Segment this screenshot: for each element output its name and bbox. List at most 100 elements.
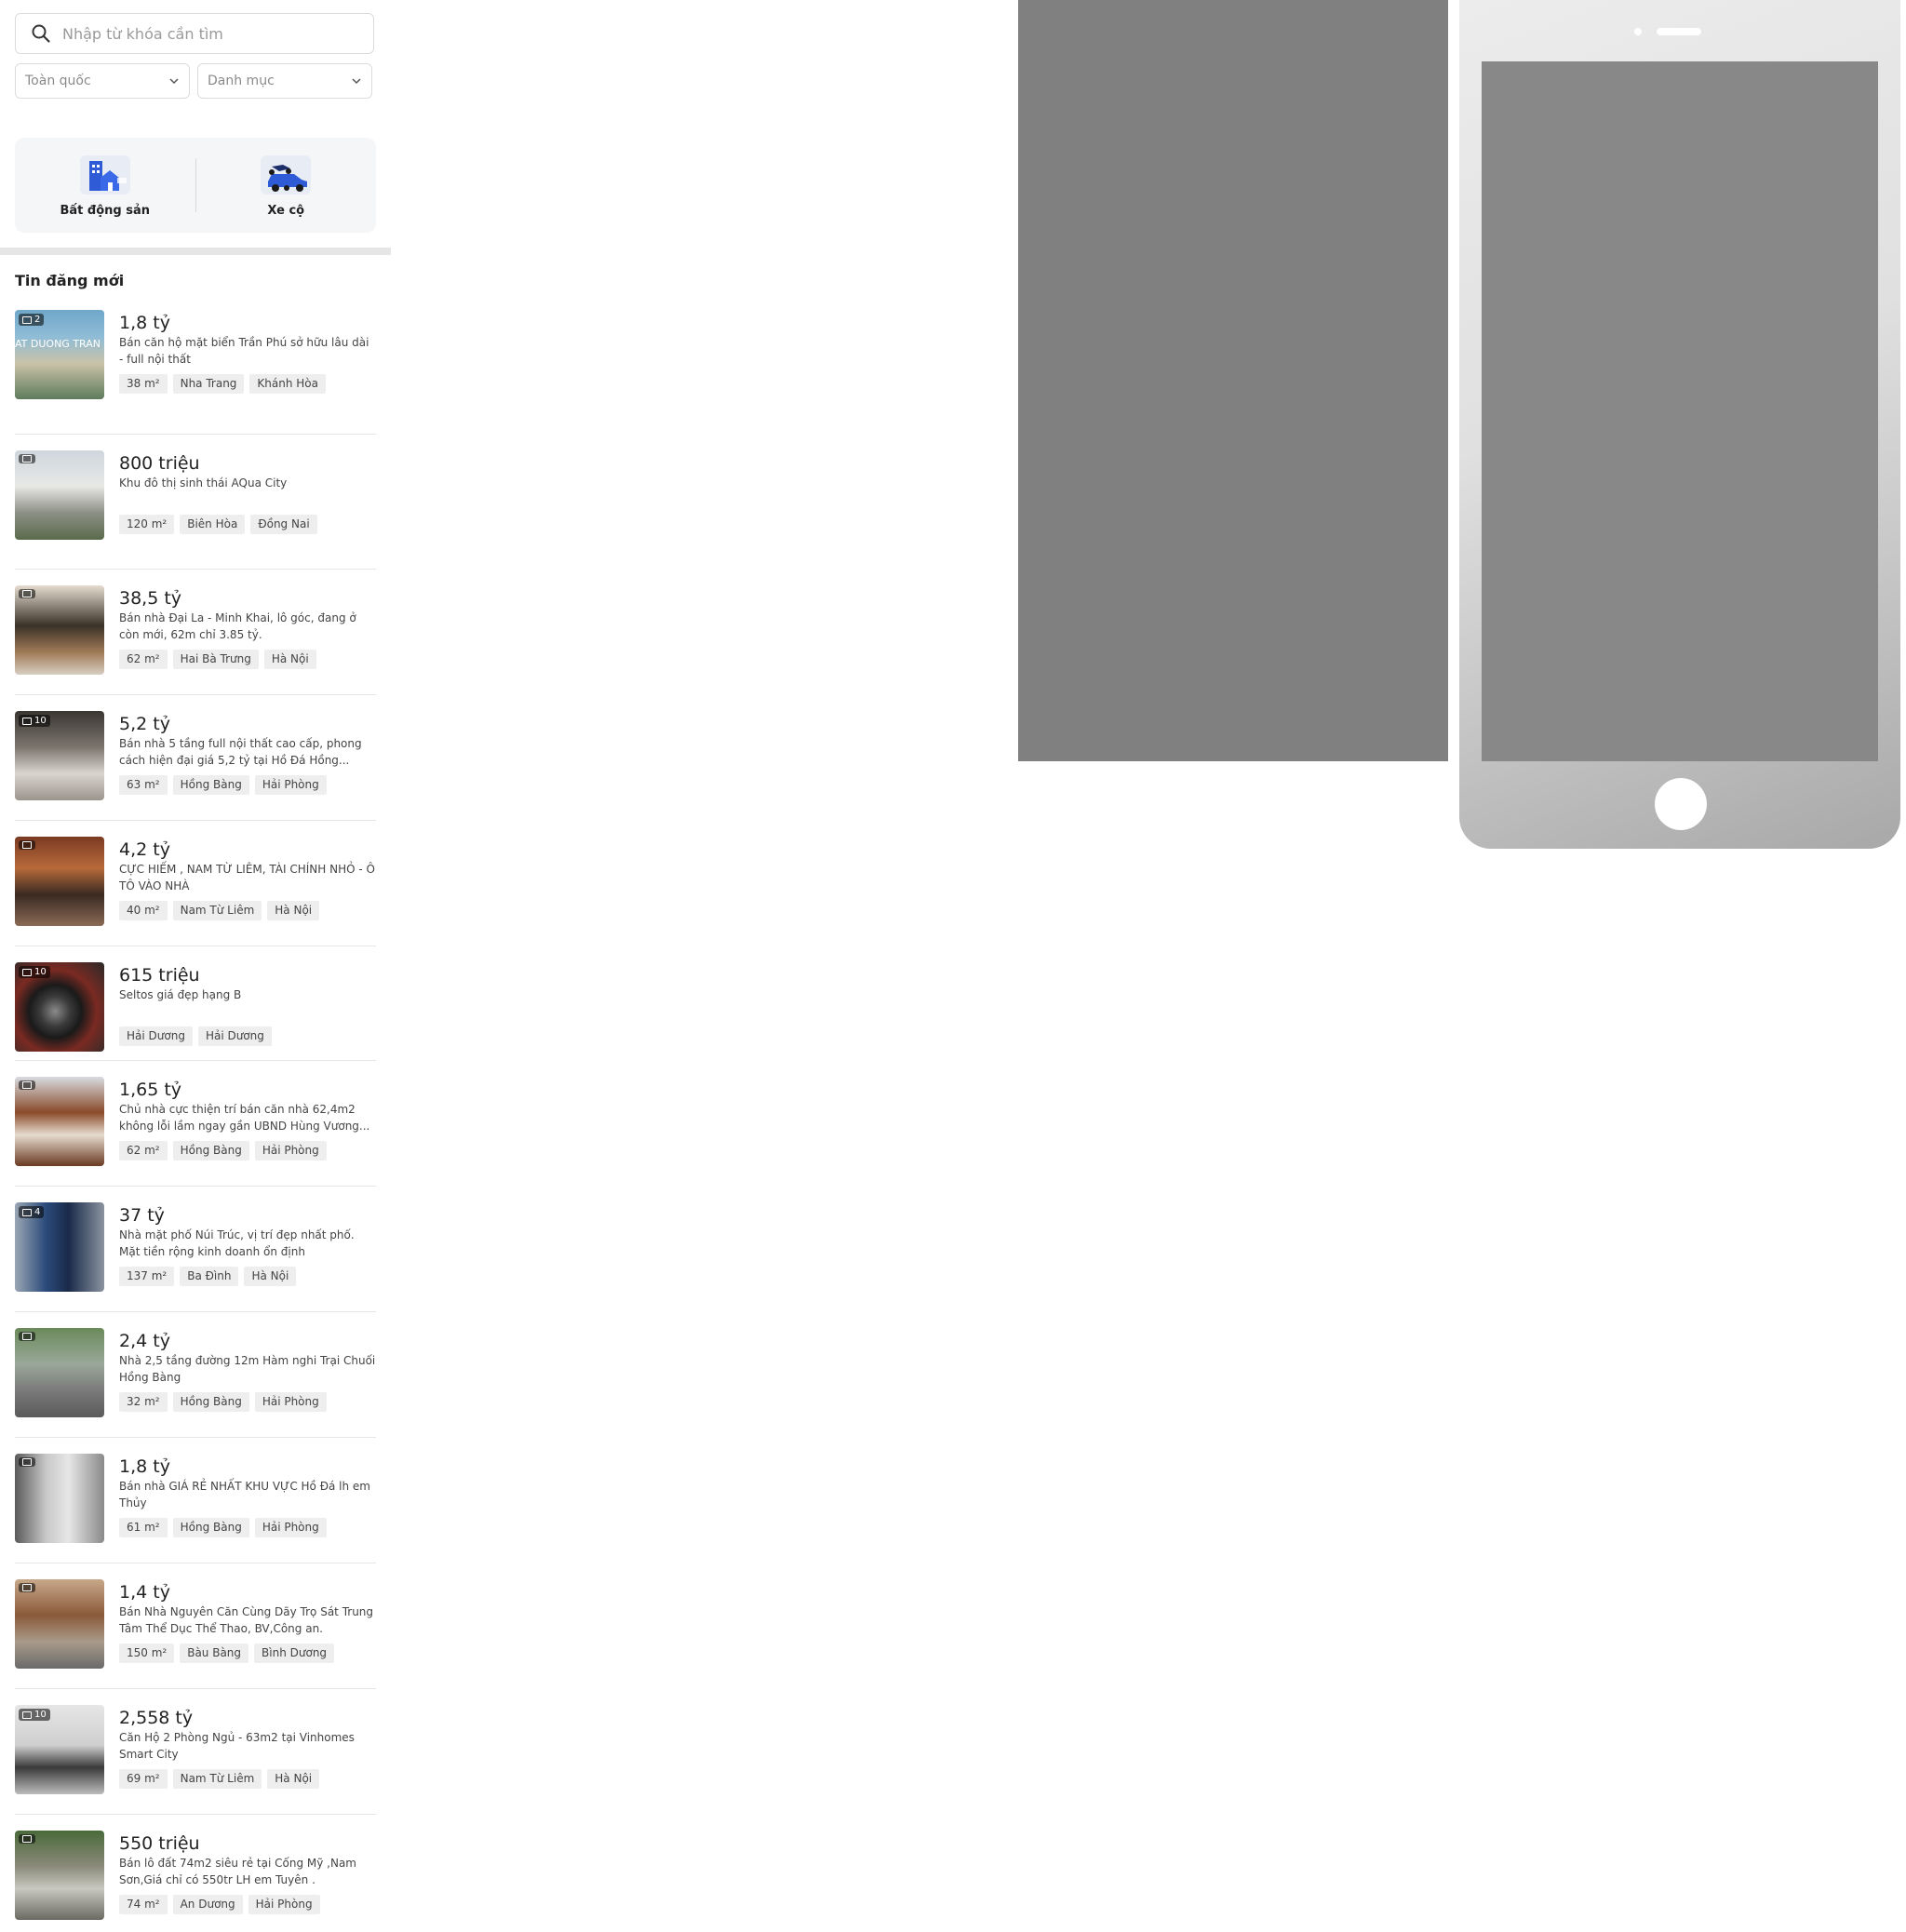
listing-price: 38,5 tỷ	[119, 588, 182, 609]
photo-count-badge: 10	[19, 1709, 50, 1721]
listing-item[interactable]: 2,4 tỷ Nhà 2,5 tầng đường 12m Hàm nghi T…	[15, 1327, 376, 1438]
image-icon	[22, 455, 32, 463]
listing-description: Nhà 2,5 tầng đường 12m Hàm nghi Trại Chu…	[119, 1354, 376, 1384]
listing-description: Seltos giá đẹp hạng B	[119, 988, 242, 1001]
district-tag: Nha Trang	[172, 374, 245, 394]
listing-thumbnail[interactable]	[15, 585, 104, 675]
listing-thumbnail[interactable]	[15, 450, 104, 540]
building-icon	[79, 154, 130, 195]
photo-count: 10	[34, 967, 47, 977]
district-tag: Nam Từ Liêm	[172, 1769, 262, 1789]
chevron-down-icon	[169, 78, 179, 85]
mobile-list-panel: Nhập từ khóa cần tìm Toàn quốc Danh mục …	[0, 0, 391, 1920]
listing-item[interactable]: AT DUONG TRAN PH 2 1,8 tỷ Bán căn hộ mặt…	[15, 309, 376, 435]
listing-item[interactable]: 550 triệu Bán lô đất 74m2 siêu rẻ tại Cố…	[15, 1830, 376, 1932]
listing-price: 550 triệu	[119, 1833, 200, 1854]
listing-item[interactable]: 1,8 tỷ Bán nhà GIÁ RẺ NHẤT KHU VỰC Hồ Đá…	[15, 1453, 376, 1563]
photo-count-badge	[19, 589, 35, 598]
listing-price: 37 tỷ	[119, 1205, 165, 1226]
district-tag: An Dương	[172, 1895, 243, 1914]
listing-thumbnail[interactable]: 10	[15, 711, 104, 800]
photo-count-badge: 4	[19, 1206, 45, 1218]
image-icon	[22, 590, 32, 597]
province-tag: Hải Dương	[197, 1026, 272, 1046]
listing-thumbnail[interactable]	[15, 1579, 104, 1669]
phone-screen	[1482, 61, 1878, 761]
photo-count-badge	[19, 1834, 35, 1844]
category-real-estate[interactable]: Bất động sản	[15, 138, 195, 233]
listing-item[interactable]: 10 2,558 tỷ Căn Hộ 2 Phòng Ngủ - 63m2 tạ…	[15, 1704, 376, 1815]
image-icon	[22, 841, 32, 849]
section-separator	[0, 248, 391, 255]
listing-thumbnail[interactable]	[15, 1077, 104, 1166]
listing-description: Bán nhà 5 tầng full nội thất cao cấp, ph…	[119, 737, 362, 767]
category-vehicles[interactable]: Xe cộ	[196, 138, 377, 233]
listing-price: 2,558 tỷ	[119, 1708, 194, 1728]
listing-thumbnail[interactable]: 10	[15, 1705, 104, 1794]
listing-item[interactable]: 10 615 triệu Seltos giá đẹp hạng B Hải D…	[15, 961, 376, 1061]
district-tag: Hồng Bàng	[172, 1518, 249, 1537]
image-icon	[22, 1835, 32, 1843]
listing-item[interactable]: 800 triệu Khu đô thị sinh thái AQua City…	[15, 449, 376, 570]
district-tag: Ba Đình	[180, 1267, 239, 1286]
listing-description: Bán nhà Đại La - Minh Khai, lô góc, đang…	[119, 611, 356, 641]
district-tag: Hải Dương	[119, 1026, 193, 1046]
vehicle-icon	[261, 154, 312, 195]
listing-thumbnail[interactable]: 10	[15, 962, 104, 1052]
district-tag: Hồng Bàng	[172, 775, 249, 795]
listing-item[interactable]: 4,2 tỷ CỰC HIẾM , NAM TỪ LIÊM, TÀI CHÍNH…	[15, 836, 376, 946]
area-tag: 69 m²	[119, 1769, 168, 1789]
province-tag: Hà Nội	[267, 1769, 320, 1789]
listing-thumbnail[interactable]: 4	[15, 1202, 104, 1292]
listing-item[interactable]: 10 5,2 tỷ Bán nhà 5 tầng full nội thất c…	[15, 710, 376, 821]
province-tag: Hải Phòng	[254, 775, 327, 795]
province-tag: Hải Phòng	[254, 1392, 327, 1412]
search-input[interactable]: Nhập từ khóa cần tìm	[62, 25, 223, 43]
listing-thumbnail[interactable]	[15, 1328, 104, 1417]
listing-description: Nhà mặt phố Núi Trúc, vị trí đẹp nhất ph…	[119, 1228, 355, 1258]
home-button[interactable]	[1655, 778, 1707, 830]
listing-price: 1,8 tỷ	[119, 1456, 170, 1477]
category-select[interactable]: Danh mục	[197, 63, 372, 99]
area-tag: 150 m²	[119, 1644, 175, 1663]
location-select[interactable]: Toàn quốc	[15, 63, 190, 99]
area-tag: 62 m²	[119, 650, 168, 669]
image-icon	[22, 1711, 32, 1719]
listing-item[interactable]: 38,5 tỷ Bán nhà Đại La - Minh Khai, lô g…	[15, 584, 376, 695]
listing-item[interactable]: 1,65 tỷ Chủ nhà cực thiện trí bán căn nh…	[15, 1076, 376, 1187]
listing-description: Bán nhà GIÁ RẺ NHẤT KHU VỰC Hồ Đá lh em …	[119, 1480, 370, 1509]
province-tag: Hà Nội	[267, 901, 320, 920]
province-tag: Hải Phòng	[254, 1141, 327, 1161]
photo-count: 4	[34, 1207, 41, 1217]
photo-count-badge: 10	[19, 715, 50, 727]
area-tag: 38 m²	[119, 374, 168, 394]
section-title: Tin đăng mới	[15, 272, 125, 289]
area-tag: 137 m²	[119, 1267, 175, 1286]
district-tag: Hồng Bàng	[172, 1141, 249, 1161]
district-tag: Biên Hòa	[180, 515, 246, 534]
listing-thumbnail[interactable]	[15, 1454, 104, 1543]
category-shortcuts: Bất động sản Xe cộ	[15, 138, 376, 233]
listing-item[interactable]: 1,4 tỷ Bán Nhà Nguyên Căn Cùng Dãy Trọ S…	[15, 1578, 376, 1689]
listing-description: CỰC HIẾM , NAM TỪ LIÊM, TÀI CHÍNH NHỎ - …	[119, 863, 375, 892]
listing-price: 615 triệu	[119, 965, 200, 986]
listing-thumbnail[interactable]	[15, 837, 104, 926]
district-tag: Hai Bà Trưng	[172, 650, 259, 669]
image-icon	[22, 1208, 32, 1216]
image-icon	[22, 1584, 32, 1591]
listing-description: Bán lô đất 74m2 siêu rẻ tại Cống Mỹ ,Nam…	[119, 1857, 356, 1886]
listing-thumbnail[interactable]: AT DUONG TRAN PH 2	[15, 310, 104, 399]
area-tag: 63 m²	[119, 775, 168, 795]
image-icon	[22, 1333, 32, 1340]
listing-price: 2,4 tỷ	[119, 1331, 170, 1351]
photo-count-badge	[19, 840, 35, 850]
listing-thumbnail[interactable]	[15, 1831, 104, 1920]
photo-count: 2	[34, 315, 41, 325]
category-label: Xe cộ	[267, 203, 305, 218]
search-box[interactable]: Nhập từ khóa cần tìm	[15, 13, 374, 54]
listing-price: 5,2 tỷ	[119, 714, 170, 734]
province-tag: Bình Dương	[254, 1644, 335, 1663]
district-tag: Bàu Bàng	[180, 1644, 249, 1663]
listing-price: 1,4 tỷ	[119, 1582, 170, 1603]
listing-item[interactable]: 4 37 tỷ Nhà mặt phố Núi Trúc, vị trí đẹp…	[15, 1201, 376, 1312]
